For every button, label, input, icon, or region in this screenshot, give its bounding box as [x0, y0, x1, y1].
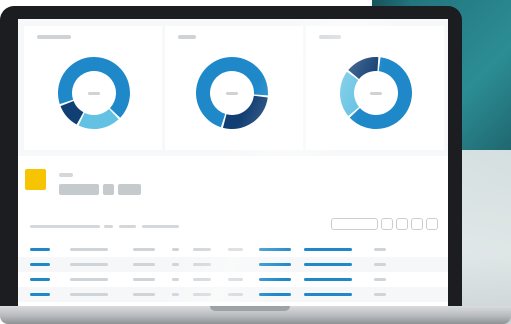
- table-cell-placeholder: [228, 293, 243, 296]
- table-cell-placeholder: [70, 248, 108, 251]
- card-title-placeholder: [178, 35, 196, 39]
- filter-placeholder-2: [104, 225, 113, 228]
- panel-chip-1[interactable]: [59, 184, 99, 195]
- table-row[interactable]: [18, 272, 448, 288]
- panel-title-placeholder: [59, 173, 73, 177]
- laptop-notch: [210, 306, 290, 311]
- filter-placeholder-3: [119, 225, 136, 228]
- table-cell-placeholder: [193, 293, 211, 296]
- table-cell-placeholder: [133, 263, 155, 266]
- table-cell-placeholder: [133, 248, 155, 251]
- table-cell-placeholder: [374, 263, 386, 266]
- panel-chip-2[interactable]: [103, 184, 114, 195]
- table-cell-placeholder: [259, 263, 291, 266]
- table-cell-placeholder: [228, 248, 243, 251]
- donut-card-3: [306, 26, 444, 150]
- table-panel: [18, 156, 448, 312]
- table-cell-placeholder: [259, 293, 291, 296]
- table-cell-placeholder: [304, 293, 352, 296]
- table-row[interactable]: [18, 287, 448, 303]
- table-cell-placeholder: [193, 278, 211, 281]
- panel-chip-3[interactable]: [118, 184, 141, 195]
- table-cell-placeholder: [304, 248, 352, 251]
- table-cell-placeholder: [374, 278, 386, 281]
- table-body: [18, 238, 448, 312]
- table-cell-placeholder: [228, 278, 243, 281]
- yellow-app-tile: [25, 169, 46, 190]
- filter-placeholder-1: [30, 225, 100, 228]
- table-cell-placeholder: [70, 293, 108, 296]
- donut-center-placeholder: [370, 92, 382, 95]
- toolbar-button-4[interactable]: [426, 218, 438, 230]
- table-cell-placeholder: [374, 293, 386, 296]
- table-cell-placeholder: [193, 248, 211, 251]
- table-cell-placeholder: [193, 263, 211, 266]
- table-row[interactable]: [18, 242, 448, 258]
- table-cell-placeholder: [259, 278, 291, 281]
- laptop-screen: [18, 19, 448, 312]
- card-title-placeholder: [37, 35, 71, 39]
- table-cell-placeholder: [374, 248, 386, 251]
- donut-segment: [222, 95, 268, 129]
- table-cell-placeholder: [30, 248, 50, 251]
- card-title-placeholder: [319, 35, 341, 39]
- table-cell-placeholder: [172, 263, 179, 266]
- table-cell-placeholder: [259, 248, 291, 251]
- table-row[interactable]: [18, 257, 448, 273]
- table-cell-placeholder: [30, 278, 50, 281]
- table-cell-placeholder: [70, 263, 108, 266]
- donut-segment: [348, 57, 379, 79]
- table-cell-placeholder: [172, 293, 179, 296]
- table-cell-placeholder: [304, 278, 352, 281]
- search-box[interactable]: [331, 218, 378, 230]
- donut-segment: [340, 71, 360, 116]
- donut-segment: [60, 101, 84, 125]
- donut-center-placeholder: [88, 92, 100, 95]
- table-cell-placeholder: [172, 278, 179, 281]
- filter-placeholder-4: [142, 225, 179, 228]
- toolbar-button-3[interactable]: [411, 218, 423, 230]
- toolbar-button-1[interactable]: [381, 218, 393, 230]
- table-cell-placeholder: [133, 293, 155, 296]
- laptop-base: [0, 306, 511, 324]
- table-cell-placeholder: [172, 248, 179, 251]
- donut-card-1: [24, 26, 162, 150]
- toolbar-button-2[interactable]: [396, 218, 408, 230]
- table-cell-placeholder: [30, 293, 50, 296]
- donut-segment: [78, 109, 119, 129]
- laptop-bezel: [0, 6, 462, 314]
- table-cell-placeholder: [133, 278, 155, 281]
- table-cell-placeholder: [70, 278, 108, 281]
- table-cell-placeholder: [304, 263, 352, 266]
- table-cell-placeholder: [30, 263, 50, 266]
- donut-center-placeholder: [226, 92, 238, 95]
- donut-card-2: [165, 26, 303, 150]
